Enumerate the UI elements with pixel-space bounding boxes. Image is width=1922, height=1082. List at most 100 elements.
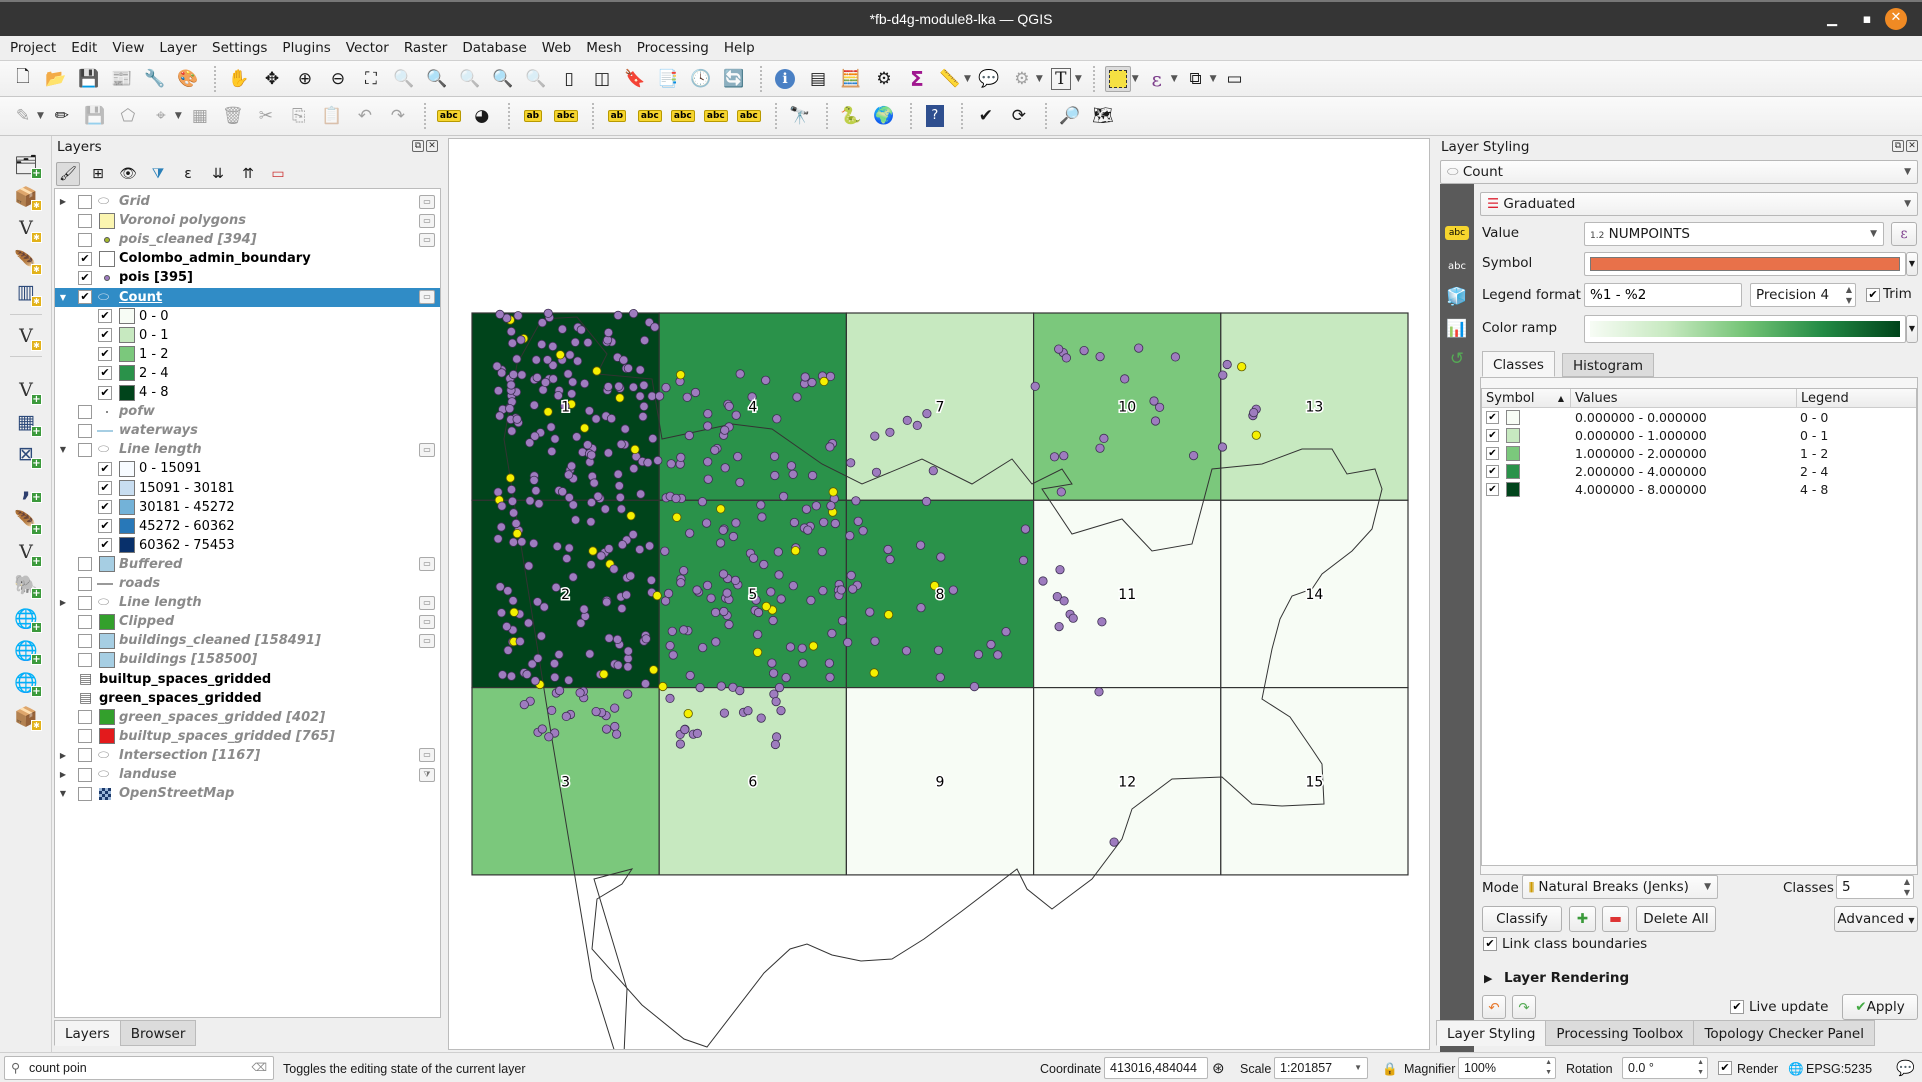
color-ramp-dropdown[interactable]: ▼ [1906, 315, 1918, 343]
class-visibility-checkbox[interactable]: ✔ [1486, 447, 1499, 460]
poi-point[interactable] [1020, 524, 1031, 534]
poi-point[interactable] [586, 450, 597, 460]
poi-point[interactable] [519, 699, 529, 710]
poi-point[interactable] [513, 311, 523, 321]
poi-point[interactable] [530, 676, 540, 686]
filter-indicator-icon[interactable]: ⧩ [419, 767, 435, 782]
dropdown-arrow-icon[interactable]: ▼ [1171, 74, 1178, 84]
poi-point[interactable] [580, 423, 590, 433]
poi-point[interactable] [543, 407, 553, 417]
tab-topology-checker-panel[interactable]: Topology Checker Panel [1693, 1020, 1875, 1046]
layer-item[interactable]: ▤ green_spaces_gridded [55, 689, 440, 708]
layer-visibility-checkbox[interactable]: ✔ [98, 366, 112, 381]
poi-point[interactable] [505, 403, 515, 414]
poi-point[interactable] [536, 631, 547, 641]
poi-point[interactable] [798, 658, 808, 668]
rotate-label-button[interactable]: abc [703, 103, 729, 129]
poi-point[interactable] [928, 466, 938, 476]
poi-point[interactable] [1054, 344, 1064, 354]
close-panel-icon[interactable]: ✕ [426, 140, 438, 152]
poi-point[interactable] [613, 660, 623, 670]
new-bookmark-button[interactable]: 🔖 [622, 66, 648, 92]
poi-point[interactable] [604, 633, 614, 643]
add-wms-layer-button[interactable]: 🌐 + [12, 604, 42, 633]
poi-point[interactable] [620, 424, 630, 434]
poi-point[interactable] [626, 511, 636, 521]
classes-count-spinbox[interactable]: 5 ▲ ▼ [1836, 875, 1914, 899]
menu-mesh[interactable]: Mesh [580, 36, 628, 60]
locator-search[interactable]: ⚲ count poin ⌫ [4, 1056, 274, 1080]
poi-point[interactable] [846, 458, 856, 468]
poi-point[interactable] [692, 728, 702, 739]
poi-point[interactable] [1149, 396, 1159, 406]
map-tips-button[interactable]: 💬 [976, 66, 1002, 92]
poi-point[interactable] [606, 413, 617, 424]
messages-icon[interactable]: 💬 [1896, 1059, 1915, 1077]
poi-point[interactable] [508, 369, 519, 380]
dropdown-arrow-icon[interactable]: ▼ [1132, 74, 1139, 84]
menu-plugins[interactable]: Plugins [276, 36, 336, 60]
poi-point[interactable] [534, 499, 544, 509]
layer-visibility-checkbox[interactable] [78, 767, 92, 782]
poi-point[interactable] [698, 642, 708, 653]
poi-point[interactable] [645, 541, 655, 551]
poi-point[interactable] [871, 467, 882, 477]
poi-point[interactable] [818, 586, 828, 596]
poi-point[interactable] [778, 491, 789, 501]
poi-point[interactable] [1001, 627, 1011, 637]
select-by-location-button[interactable]: ▭ [1222, 66, 1248, 92]
legend-item[interactable]: ✔ 0 - 0 [55, 307, 440, 326]
poi-point[interactable] [554, 649, 564, 660]
poi-point[interactable] [562, 553, 572, 564]
poi-point[interactable] [885, 554, 895, 564]
poi-point[interactable] [1056, 487, 1066, 497]
poi-point[interactable] [617, 540, 627, 550]
poi-point[interactable] [1095, 443, 1105, 453]
poi-point[interactable] [761, 601, 771, 611]
poi-point[interactable] [652, 591, 662, 601]
save-project-button[interactable]: 💾 [76, 66, 102, 92]
poi-point[interactable] [571, 515, 581, 525]
show-hide-labels-button[interactable]: abc [637, 103, 663, 129]
poi-point[interactable] [596, 551, 606, 561]
poi-point[interactable] [676, 370, 686, 380]
text-annotation-button[interactable]: T [1048, 66, 1074, 92]
poi-point[interactable] [497, 501, 507, 511]
remove-class-button[interactable]: ▬ [1602, 906, 1629, 932]
poi-point[interactable] [716, 504, 726, 514]
poi-point[interactable] [743, 706, 753, 716]
poi-point[interactable] [640, 335, 650, 345]
poi-point[interactable] [969, 681, 980, 692]
embedded-layer-indicator-icon[interactable]: ▭ [419, 194, 435, 209]
poi-point[interactable] [724, 401, 734, 411]
poi-point[interactable] [771, 696, 781, 707]
poi-point[interactable] [495, 411, 505, 421]
toolbar-separator[interactable] [825, 103, 832, 129]
poi-point[interactable] [825, 672, 835, 682]
change-label-button[interactable]: abc [736, 103, 762, 129]
undo-style-button[interactable]: ↶ [1482, 995, 1506, 1019]
layout-manager-button[interactable]: 🔧 [142, 66, 168, 92]
add-class-button[interactable]: ✚ [1569, 906, 1596, 932]
data-source-manager-button[interactable]: 🗂 + [12, 150, 42, 179]
class-visibility-checkbox[interactable]: ✔ [1486, 465, 1499, 478]
poi-point[interactable] [576, 325, 586, 335]
legend-item[interactable]: ✔ 60362 - 75453 [55, 536, 440, 555]
poi-point[interactable] [692, 585, 702, 595]
poi-point[interactable] [550, 434, 560, 444]
processing-toolbox-button[interactable]: ⚙ [871, 66, 897, 92]
layer-item[interactable]: ✔ Colombo_admin_boundary [55, 249, 440, 268]
embedded-layer-indicator-icon[interactable]: ▭ [419, 213, 435, 228]
poi-point[interactable] [730, 575, 741, 585]
new-shapefile-layer-button[interactable]: V ✱ [12, 214, 42, 243]
poi-point[interactable] [557, 324, 568, 334]
poi-point[interactable] [837, 616, 848, 626]
poi-point[interactable] [807, 377, 817, 388]
table-refresh-button[interactable]: ⟳ [1006, 103, 1032, 129]
spin-arrows-icon[interactable]: ▲ ▼ [1904, 876, 1910, 898]
poi-point[interactable] [986, 639, 996, 650]
poi-point[interactable] [640, 679, 651, 689]
poi-point[interactable] [548, 374, 558, 384]
collapse-arrow-icon[interactable]: ▼ [58, 293, 68, 302]
temporal-controller-button[interactable]: 🕓 [688, 66, 714, 92]
